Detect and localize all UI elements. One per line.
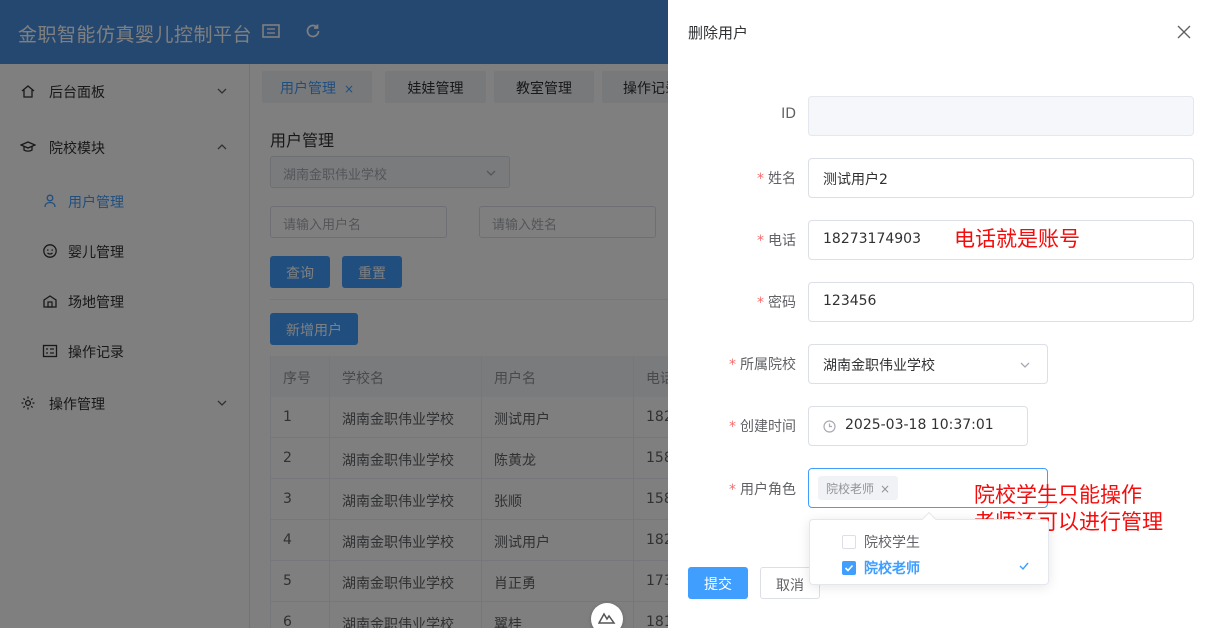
created-time-value: 2025-03-18 10:37:01 — [845, 417, 994, 433]
required-mark: * — [729, 419, 736, 435]
created-time-label: * 创建时间 — [729, 419, 796, 435]
id-label: ID — [781, 106, 796, 122]
devtools-logo-button[interactable] — [591, 603, 623, 628]
checkbox[interactable] — [842, 561, 856, 575]
role-option-teacher[interactable]: 院校老师 — [810, 554, 1048, 580]
submit-button[interactable]: 提交 — [688, 567, 748, 599]
school-select[interactable]: 湖南金职伟业学校 — [808, 344, 1048, 384]
option-label: 院校老师 — [864, 561, 920, 577]
required-mark: * — [757, 295, 764, 311]
close-icon[interactable] — [1176, 24, 1192, 40]
tag-close-icon[interactable]: × — [880, 482, 890, 496]
annotation-phone: 电话就是账号 — [954, 227, 1080, 251]
password-field[interactable]: 123456 — [808, 282, 1194, 322]
checkbox[interactable] — [842, 535, 856, 549]
option-label: 院校学生 — [864, 535, 920, 551]
password-label: * 密码 — [757, 295, 796, 311]
name-field[interactable]: 测试用户2 — [808, 158, 1194, 198]
required-mark: * — [729, 357, 736, 373]
required-mark: * — [757, 171, 764, 187]
check-icon — [1018, 560, 1030, 576]
required-mark: * — [757, 233, 764, 249]
id-field — [808, 96, 1194, 136]
name-label: * 姓名 — [757, 171, 796, 187]
role-tag: 院校老师 × — [818, 476, 899, 500]
clock-icon — [823, 420, 836, 437]
role-dropdown: 院校学生 院校老师 — [809, 511, 1049, 585]
drawer-title: 删除用户 — [688, 24, 749, 42]
school-label: * 所属院校 — [729, 357, 796, 373]
chevron-down-icon — [1019, 359, 1031, 375]
role-option-student[interactable]: 院校学生 — [810, 528, 1048, 554]
role-label: * 用户角色 — [729, 482, 796, 498]
school-select-value: 湖南金职伟业学校 — [823, 358, 935, 374]
created-time-picker[interactable]: 2025-03-18 10:37:01 — [808, 406, 1028, 446]
phone-label: * 电话 — [757, 233, 796, 249]
required-mark: * — [729, 482, 736, 498]
